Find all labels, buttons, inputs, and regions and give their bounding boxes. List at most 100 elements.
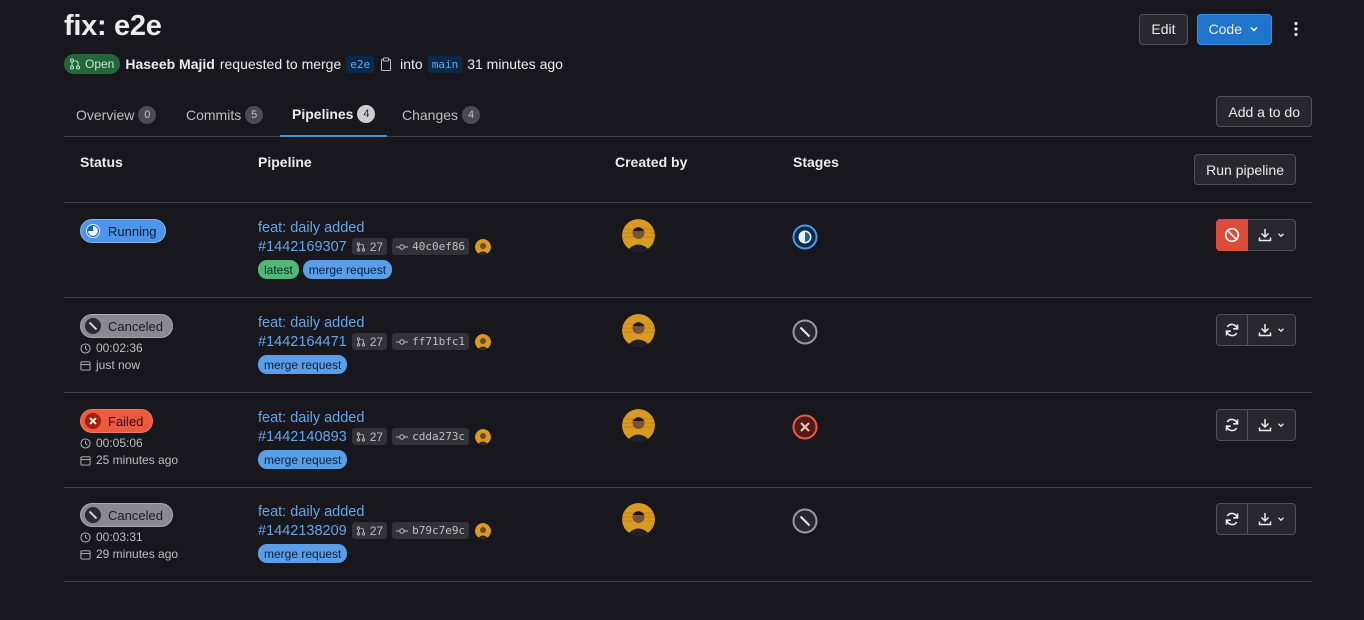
retry-pipeline-button[interactable]: [1216, 314, 1248, 346]
duration: 00:02:36: [80, 341, 173, 355]
add-todo-button[interactable]: Add a to do: [1216, 96, 1312, 127]
commit-sha: cdda273c: [412, 430, 466, 443]
commit-ref[interactable]: 40c0ef86: [392, 238, 470, 255]
pipeline-title-link[interactable]: feat: daily added: [258, 410, 364, 426]
status-badge[interactable]: Failed: [80, 409, 154, 433]
status-badge: Open: [64, 54, 121, 74]
download-artifacts-button[interactable]: [1248, 503, 1296, 535]
tab-label: Overview: [76, 106, 135, 123]
avatar[interactable]: [622, 503, 655, 536]
mr-number: 27: [369, 334, 384, 349]
page-title: fix: e2e: [64, 10, 162, 42]
mr-number: 27: [369, 523, 384, 538]
status-label: Failed: [108, 413, 144, 429]
cancel-icon: [1224, 227, 1240, 243]
pipeline-cell: feat: daily added #1442138209 27 b79c7e9…: [258, 503, 492, 563]
avatar[interactable]: [622, 409, 655, 442]
source-branch[interactable]: e2e: [346, 55, 375, 73]
merge-request-ref[interactable]: 27: [351, 238, 388, 255]
download-artifacts-button[interactable]: [1248, 409, 1296, 441]
mr-number: 27: [369, 239, 384, 254]
clock-icon: [80, 342, 91, 354]
tab-pipelines[interactable]: Pipelines 4: [280, 92, 388, 137]
tab-count: 4: [357, 104, 376, 123]
commit-ref[interactable]: ff71bfc1: [392, 333, 470, 350]
more-actions-icon[interactable]: [1280, 13, 1312, 45]
tab-changes[interactable]: Changes 4: [390, 92, 492, 137]
avatar[interactable]: [622, 219, 655, 252]
status-badge[interactable]: Canceled: [80, 503, 173, 527]
commit-author-avatar[interactable]: [475, 522, 492, 539]
commit-author-avatar[interactable]: [475, 333, 492, 350]
chevron-down-icon: [1250, 26, 1258, 32]
stage-failed-icon[interactable]: [792, 414, 818, 440]
duration: 00:03:31: [80, 530, 178, 544]
commit-icon: [396, 527, 409, 534]
pipeline-id-link[interactable]: #1442138209: [258, 523, 347, 539]
stage-canceled-icon[interactable]: [792, 508, 818, 534]
duration-value: 00:05:06: [96, 436, 143, 450]
commit-icon: [396, 338, 409, 345]
commit-ref[interactable]: cdda273c: [392, 428, 470, 445]
download-artifacts-button[interactable]: [1248, 219, 1296, 251]
tab-label: Changes: [402, 106, 459, 123]
calendar-icon: [80, 360, 91, 371]
time-ago: 31 minutes ago: [467, 56, 563, 72]
merge-request-ref[interactable]: 27: [351, 333, 388, 350]
merge-request-badge: merge request: [258, 355, 348, 374]
column-header-status: Status: [80, 154, 123, 170]
pipeline-id-link[interactable]: #1442164471: [258, 334, 347, 350]
duration: 00:05:06: [80, 436, 178, 450]
tab-label: Commits: [186, 106, 242, 123]
download-icon: [1258, 324, 1271, 337]
copy-icon[interactable]: [379, 57, 393, 71]
tab-commits[interactable]: Commits 5: [174, 92, 275, 137]
merge-request-ref[interactable]: 27: [351, 522, 388, 539]
finished-value: just now: [96, 358, 141, 372]
commit-ref[interactable]: b79c7e9c: [392, 522, 470, 539]
tab-overview[interactable]: Overview 0: [64, 92, 168, 137]
retry-pipeline-button[interactable]: [1216, 409, 1248, 441]
merge-request-icon: [356, 336, 365, 347]
table-row: Running feat: daily added #1442169307 27…: [64, 203, 1312, 298]
stage-running-icon[interactable]: [792, 224, 818, 250]
failed-icon: [84, 412, 102, 430]
stage-canceled-icon[interactable]: [792, 319, 818, 345]
commit-author-avatar[interactable]: [475, 238, 492, 255]
commit-author-avatar[interactable]: [475, 428, 492, 445]
status-badge[interactable]: Running: [80, 219, 167, 243]
merge-request-ref[interactable]: 27: [351, 428, 388, 445]
pipeline-title-link[interactable]: feat: daily added: [258, 220, 364, 236]
pipeline-cell: feat: daily added #1442169307 27 40c0ef8…: [258, 219, 492, 279]
status-label: Canceled: [108, 318, 163, 334]
pipeline-id-link[interactable]: #1442140893: [258, 429, 347, 445]
running-icon: [84, 222, 102, 240]
requested-text: requested to merge: [219, 56, 342, 72]
pipeline-id-link[interactable]: #1442169307: [258, 239, 347, 255]
pipeline-title-link[interactable]: feat: daily added: [258, 315, 364, 331]
mr-number: 27: [369, 429, 384, 444]
download-artifacts-button[interactable]: [1248, 314, 1296, 346]
author-link[interactable]: Haseeb Majid: [125, 56, 214, 72]
merge-request-badge: merge request: [258, 450, 348, 469]
target-branch[interactable]: main: [427, 55, 463, 73]
merge-request-badge: merge request: [258, 544, 348, 563]
merge-request-icon: [356, 525, 365, 536]
download-icon: [1258, 229, 1271, 242]
pipeline-title-link[interactable]: feat: daily added: [258, 504, 364, 520]
pipeline-cell: feat: daily added #1442140893 27 cdda273…: [258, 409, 492, 469]
retry-pipeline-button[interactable]: [1216, 503, 1248, 535]
code-dropdown-button[interactable]: Code: [1196, 13, 1272, 45]
retry-icon: [1225, 323, 1239, 337]
avatar[interactable]: [622, 314, 655, 347]
edit-button[interactable]: Edit: [1139, 13, 1188, 45]
run-pipeline-button[interactable]: Run pipeline: [1194, 154, 1296, 185]
row-actions: [1216, 219, 1296, 251]
table-row: Canceled 00:02:36 just now feat: daily a…: [64, 298, 1312, 393]
canceled-icon: [84, 317, 102, 335]
cancel-pipeline-button[interactable]: [1216, 219, 1248, 251]
calendar-icon: [80, 455, 91, 466]
status-badge[interactable]: Canceled: [80, 314, 173, 338]
canceled-icon: [84, 506, 102, 524]
retry-icon: [1225, 418, 1239, 432]
